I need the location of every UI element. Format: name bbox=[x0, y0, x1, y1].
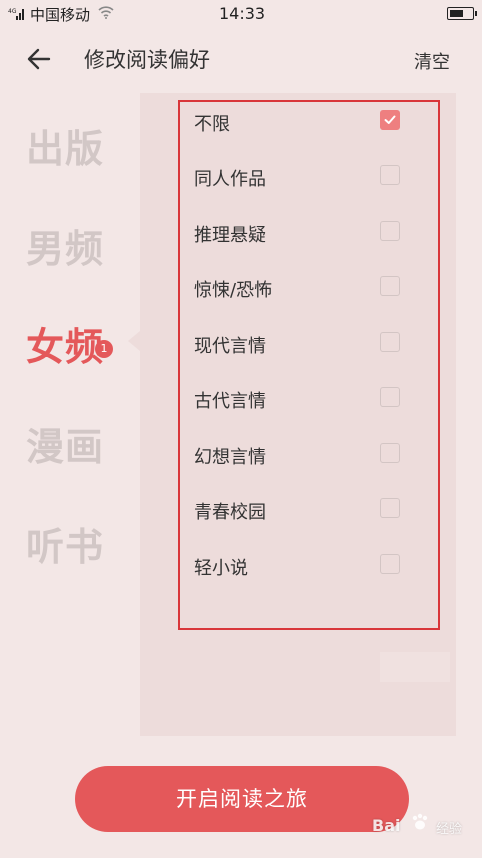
highlight-box bbox=[178, 100, 440, 630]
battery-icon bbox=[447, 7, 477, 20]
screen: 4G 中国移动 14:33 修改阅读偏好 清空 出版 男频 女频 漫画 听书 1 bbox=[0, 0, 482, 858]
selection-count-badge: 1 bbox=[95, 340, 113, 358]
wifi-icon bbox=[98, 6, 114, 19]
start-reading-button[interactable]: 开启阅读之旅 bbox=[75, 766, 409, 832]
signal-label: 4G bbox=[8, 8, 17, 15]
watermark-brand: Bai bbox=[372, 816, 401, 835]
paw-icon bbox=[412, 813, 428, 830]
category-rail: 出版 男频 女频 漫画 听书 bbox=[0, 96, 140, 736]
category-audiobooks[interactable]: 听书 bbox=[26, 516, 104, 571]
active-category-pointer bbox=[128, 331, 140, 351]
clear-button[interactable]: 清空 bbox=[414, 48, 450, 74]
category-male[interactable]: 男频 bbox=[26, 218, 104, 273]
watermark: Bai 经验 bbox=[372, 808, 480, 848]
arrow-left-icon[interactable] bbox=[26, 46, 52, 72]
category-female[interactable]: 女频 bbox=[26, 316, 104, 371]
header: 修改阅读偏好 清空 bbox=[0, 30, 482, 86]
carrier-name: 中国移动 bbox=[30, 6, 91, 24]
watermark-sub: 经验 bbox=[436, 822, 463, 837]
battery-level bbox=[449, 9, 463, 17]
page-title: 修改阅读偏好 bbox=[84, 48, 210, 72]
category-comics[interactable]: 漫画 bbox=[26, 416, 104, 471]
status-time: 14:33 bbox=[219, 4, 266, 23]
category-publishing[interactable]: 出版 bbox=[26, 118, 104, 173]
panel-shadow bbox=[380, 652, 450, 682]
status-bar: 4G 中国移动 14:33 bbox=[0, 0, 482, 28]
signal-icon: 4G bbox=[8, 8, 24, 20]
